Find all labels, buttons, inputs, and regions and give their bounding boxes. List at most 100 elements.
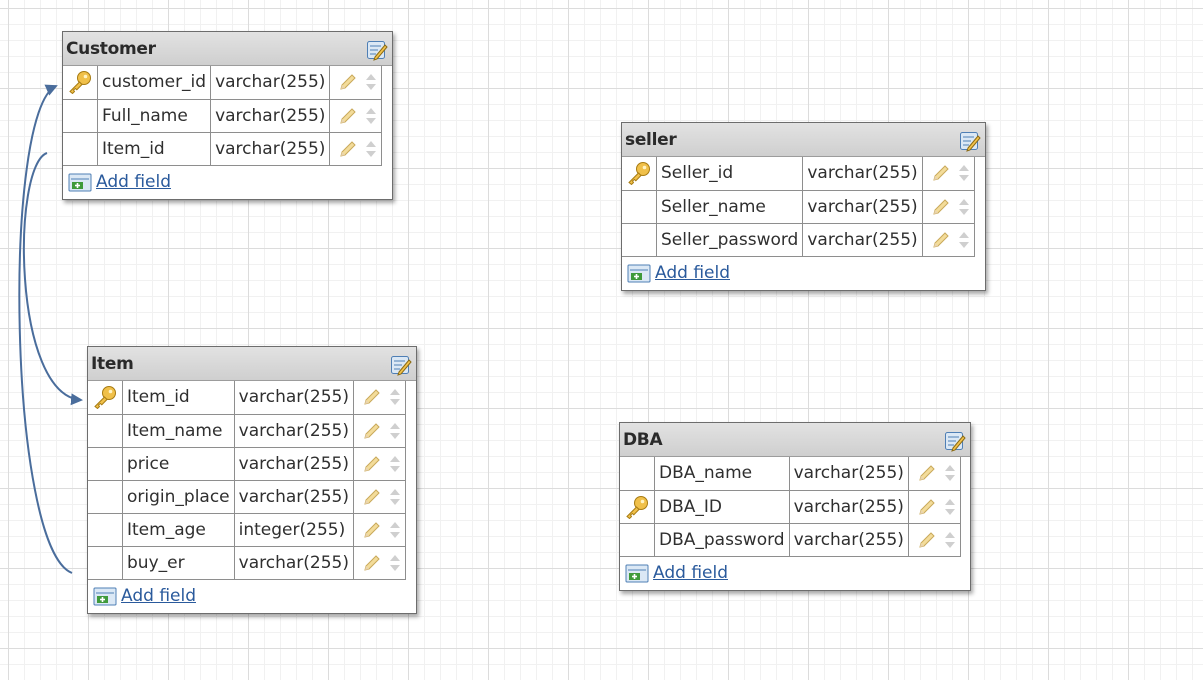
add-field-row: Add field <box>63 166 392 199</box>
field-row[interactable]: DBA_name varchar(255) <box>620 457 961 491</box>
table-header[interactable]: DBA <box>620 423 970 457</box>
pencil-icon[interactable] <box>916 462 938 484</box>
field-name[interactable]: DBA_name <box>654 457 790 491</box>
table-header[interactable]: Item <box>88 347 416 381</box>
up-down-arrows-icon[interactable] <box>944 497 956 517</box>
add-field-icon[interactable] <box>625 564 649 583</box>
edit-table-icon[interactable] <box>390 354 412 376</box>
field-row[interactable]: Item_name varchar(255) <box>88 413 406 448</box>
field-row[interactable]: price varchar(255) <box>88 446 406 481</box>
key-icon <box>69 71 91 95</box>
field-row[interactable]: DBA_ID varchar(255) <box>620 489 961 524</box>
add-field-link[interactable]: Add field <box>96 172 171 192</box>
up-down-arrows-icon[interactable] <box>389 421 401 441</box>
pencil-icon[interactable] <box>916 496 938 518</box>
table-header[interactable]: Customer <box>63 32 392 66</box>
field-row[interactable]: Full_name varchar(255) <box>63 98 383 133</box>
field-name[interactable]: DBA_password <box>654 522 790 557</box>
field-name[interactable]: DBA_ID <box>654 489 790 524</box>
add-field-link[interactable]: Add field <box>653 563 728 583</box>
edit-table-icon[interactable] <box>959 130 981 152</box>
field-name[interactable]: origin_place <box>122 479 235 514</box>
pencil-icon[interactable] <box>361 486 383 508</box>
field-type[interactable]: varchar(255) <box>802 222 923 257</box>
pencil-icon[interactable] <box>916 529 938 551</box>
field-type[interactable]: varchar(255) <box>788 489 909 524</box>
add-field-link[interactable]: Add field <box>121 586 196 606</box>
pencil-icon[interactable] <box>337 138 359 160</box>
field-type[interactable]: integer(255) <box>233 512 354 547</box>
field-name[interactable]: Item_age <box>122 512 235 547</box>
field-name[interactable]: customer_id <box>96 66 212 100</box>
field-row[interactable]: Seller_password varchar(255) <box>622 222 975 257</box>
table-title: Item <box>91 354 134 374</box>
edit-table-icon[interactable] <box>944 430 966 452</box>
add-field-icon[interactable] <box>68 173 92 192</box>
field-type[interactable]: varchar(255) <box>233 479 354 514</box>
field-row[interactable]: Seller_id varchar(255) <box>622 157 975 191</box>
up-down-arrows-icon[interactable] <box>944 463 956 483</box>
field-row[interactable]: Item_age integer(255) <box>88 512 406 547</box>
pencil-icon[interactable] <box>361 420 383 442</box>
field-type[interactable]: varchar(255) <box>210 66 331 100</box>
up-down-arrows-icon[interactable] <box>958 230 970 250</box>
add-field-icon[interactable] <box>627 264 651 283</box>
field-type[interactable]: varchar(255) <box>233 446 354 481</box>
up-down-arrows-icon[interactable] <box>389 553 401 573</box>
field-type[interactable]: varchar(255) <box>788 522 909 557</box>
table-title: Customer <box>66 39 156 59</box>
up-down-arrows-icon[interactable] <box>944 530 956 550</box>
up-down-arrows-icon[interactable] <box>389 387 401 407</box>
field-row[interactable]: Item_id varchar(255) <box>88 381 406 415</box>
field-type[interactable]: varchar(255) <box>233 381 354 415</box>
table-item[interactable]: Item Item_id varchar(255) Item_name varc… <box>87 346 417 614</box>
field-name[interactable]: Full_name <box>96 98 212 133</box>
pencil-icon[interactable] <box>361 519 383 541</box>
up-down-arrows-icon[interactable] <box>365 106 377 126</box>
pencil-icon[interactable] <box>337 105 359 127</box>
field-row[interactable]: customer_id varchar(255) <box>63 66 383 100</box>
up-down-arrows-icon[interactable] <box>365 139 377 159</box>
field-row[interactable]: buy_er varchar(255) <box>88 545 406 580</box>
up-down-arrows-icon[interactable] <box>389 487 401 507</box>
pencil-icon[interactable] <box>361 453 383 475</box>
up-down-arrows-icon[interactable] <box>958 163 970 183</box>
field-type[interactable]: varchar(255) <box>210 131 331 166</box>
pencil-icon[interactable] <box>930 162 952 184</box>
field-name[interactable]: Seller_name <box>655 189 804 224</box>
pencil-icon[interactable] <box>361 552 383 574</box>
up-down-arrows-icon[interactable] <box>365 72 377 92</box>
field-row[interactable]: Item_id varchar(255) <box>63 131 383 166</box>
pencil-icon[interactable] <box>930 196 952 218</box>
field-type[interactable]: varchar(255) <box>802 157 923 191</box>
edit-table-icon[interactable] <box>366 39 388 61</box>
field-row[interactable]: origin_place varchar(255) <box>88 479 406 514</box>
field-row[interactable]: DBA_password varchar(255) <box>620 522 961 557</box>
field-name[interactable]: Item_id <box>122 381 235 415</box>
field-row[interactable]: Seller_name varchar(255) <box>622 189 975 224</box>
table-seller[interactable]: seller Seller_id varchar(255) Seller_nam… <box>621 122 986 291</box>
add-field-link[interactable]: Add field <box>655 263 730 283</box>
field-name[interactable]: Item_name <box>122 413 235 448</box>
add-field-icon[interactable] <box>93 587 117 606</box>
field-name[interactable]: Seller_password <box>655 222 804 257</box>
table-dba[interactable]: DBA DBA_name varchar(255) DBA_ID varchar… <box>619 422 971 591</box>
key-icon <box>94 386 116 410</box>
field-name[interactable]: Item_id <box>96 131 212 166</box>
field-name[interactable]: Seller_id <box>655 157 804 191</box>
field-name[interactable]: price <box>122 446 235 481</box>
table-customer[interactable]: Customer customer_id varchar(255) Full_n… <box>62 31 393 200</box>
field-type[interactable]: varchar(255) <box>233 545 354 580</box>
pencil-icon[interactable] <box>930 229 952 251</box>
pencil-icon[interactable] <box>361 386 383 408</box>
field-type[interactable]: varchar(255) <box>210 98 331 133</box>
pencil-icon[interactable] <box>337 71 359 93</box>
field-type[interactable]: varchar(255) <box>788 457 909 491</box>
field-name[interactable]: buy_er <box>122 545 235 580</box>
up-down-arrows-icon[interactable] <box>389 520 401 540</box>
field-type[interactable]: varchar(255) <box>802 189 923 224</box>
table-header[interactable]: seller <box>622 123 985 157</box>
up-down-arrows-icon[interactable] <box>958 197 970 217</box>
field-type[interactable]: varchar(255) <box>233 413 354 448</box>
up-down-arrows-icon[interactable] <box>389 454 401 474</box>
